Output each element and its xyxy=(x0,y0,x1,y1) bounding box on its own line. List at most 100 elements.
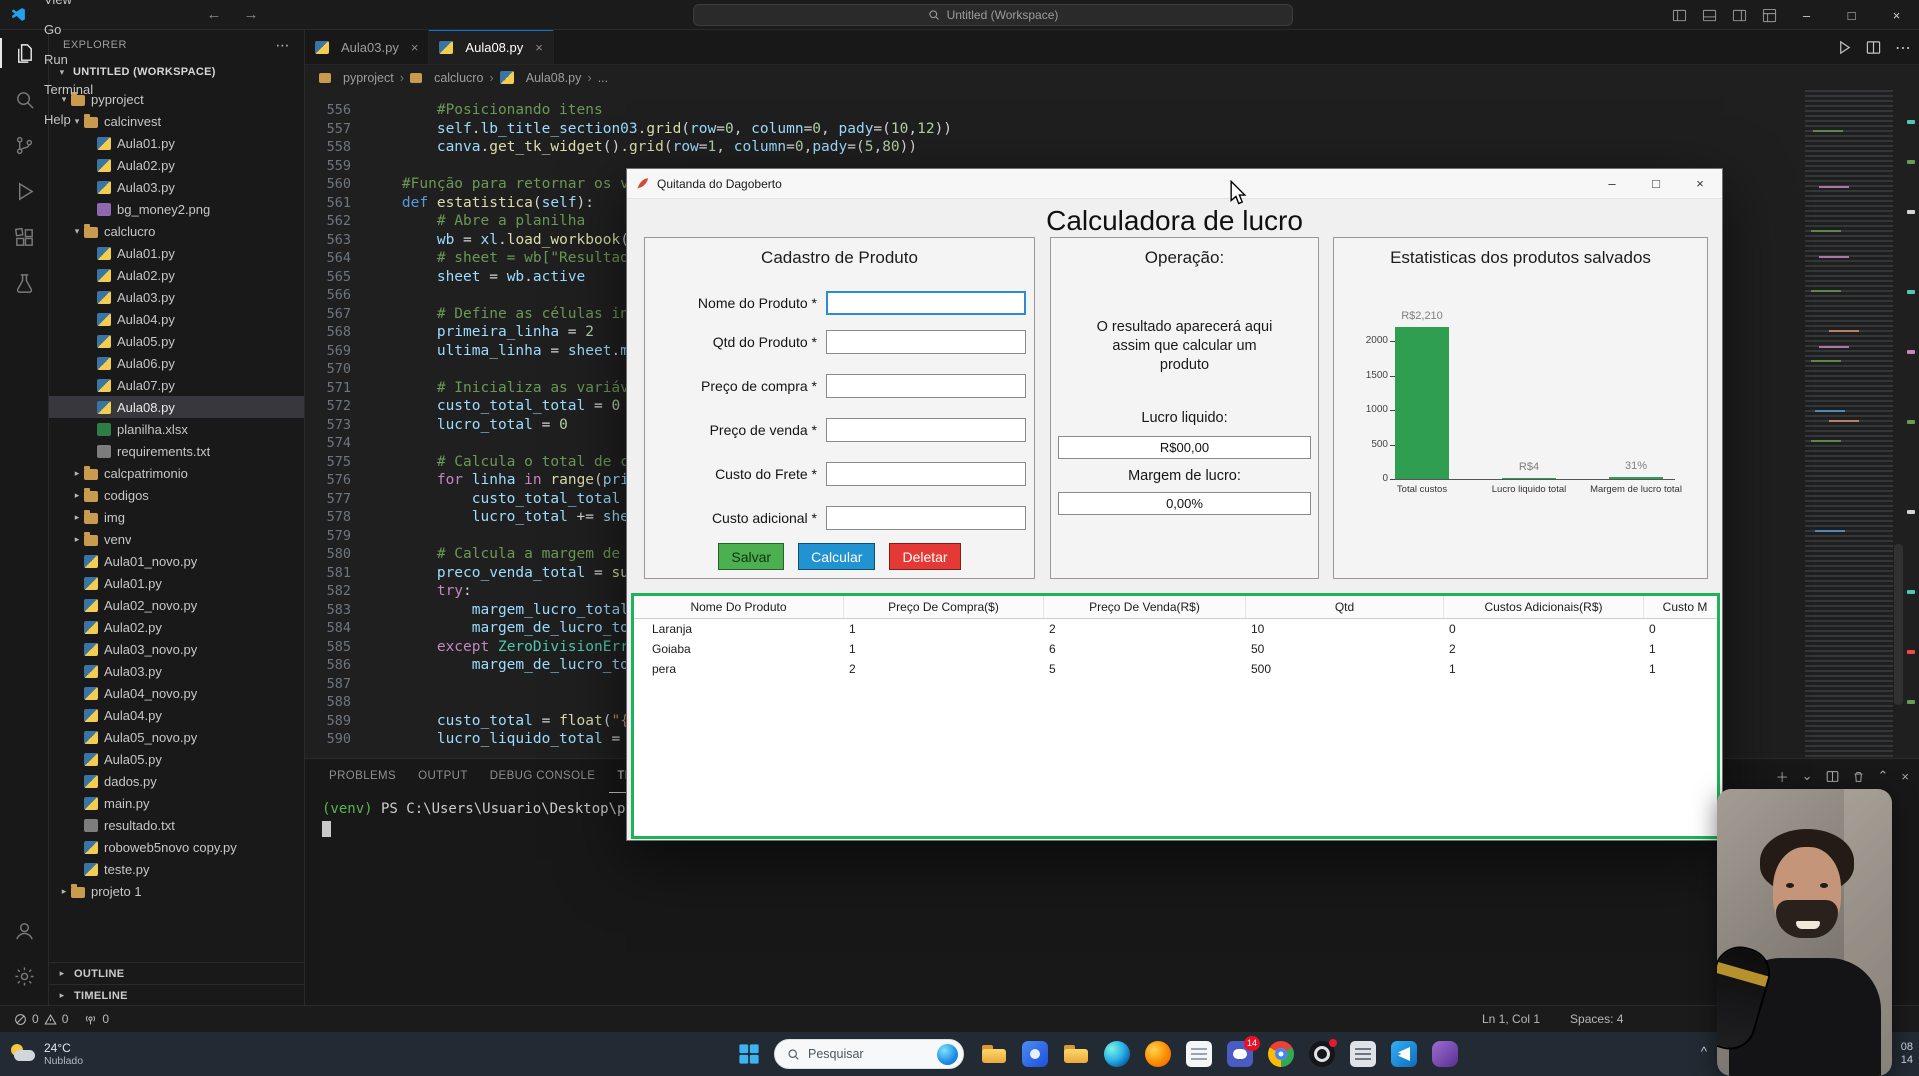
tree-item-resultado-txt[interactable]: resultado.txt xyxy=(49,814,304,836)
close-button[interactable]: × xyxy=(1874,0,1919,30)
tray-chevron-icon[interactable]: ^ xyxy=(1701,1044,1707,1059)
visual-studio-icon[interactable] xyxy=(1432,1041,1458,1067)
tree-item-aula01-novo-py[interactable]: Aula01_novo.py xyxy=(49,550,304,572)
explorer-more-actions-icon[interactable]: ⋯ xyxy=(276,37,291,54)
tree-item-calclucro[interactable]: ▾calclucro xyxy=(49,220,304,242)
app-minimize-button[interactable]: – xyxy=(1590,169,1634,199)
tree-item-aula04-py[interactable]: Aula04.py xyxy=(49,308,304,330)
tree-item-projeto-1[interactable]: ▸projeto 1 xyxy=(49,880,304,902)
taskbar-search[interactable]: Pesquisar xyxy=(774,1039,964,1069)
panel-tab-problems[interactable]: PROBLEMS xyxy=(321,759,404,793)
maximize-button[interactable]: □ xyxy=(1829,0,1874,30)
minimize-button[interactable]: – xyxy=(1784,0,1829,30)
tree-item-aula03-py[interactable]: Aula03.py xyxy=(49,660,304,682)
folder-icon[interactable] xyxy=(1063,1041,1089,1067)
system-tray-clock[interactable]: 08 14 xyxy=(1901,1032,1913,1076)
notepad-icon[interactable] xyxy=(1186,1041,1212,1067)
extensions-icon[interactable] xyxy=(0,214,48,260)
tree-item-aula04-novo-py[interactable]: Aula04_novo.py xyxy=(49,682,304,704)
media-app-icon[interactable] xyxy=(1022,1041,1048,1067)
tree-item-aula05-py[interactable]: Aula05.py xyxy=(49,748,304,770)
button-calcular[interactable]: Calcular xyxy=(798,543,875,570)
column-header-pre-o-de-compra[interactable]: Preço De Compra($) xyxy=(844,596,1044,618)
column-header-custo-m[interactable]: Custo M xyxy=(1644,596,1720,618)
tree-item-aula03-novo-py[interactable]: Aula03_novo.py xyxy=(49,638,304,660)
tree-item-aula02-py[interactable]: Aula02.py xyxy=(49,154,304,176)
panel-tab-debug-console[interactable]: DEBUG CONSOLE xyxy=(482,759,604,793)
timeline-section[interactable]: ▸ TIMELINE xyxy=(49,984,304,1005)
tree-item-aula02-py[interactable]: Aula02.py xyxy=(49,616,304,638)
ports-status[interactable]: 0 xyxy=(76,1006,117,1032)
toggle-secondary-sidebar-icon[interactable] xyxy=(1724,0,1754,30)
breadcrumb-item-pyproject[interactable]: pyproject xyxy=(343,71,394,85)
input-nome-do-produto[interactable] xyxy=(826,291,1026,315)
tree-item-venv[interactable]: ▸venv xyxy=(49,528,304,550)
tree-item-aula05-py[interactable]: Aula05.py xyxy=(49,330,304,352)
chrome-icon[interactable] xyxy=(1268,1041,1294,1067)
vscode-icon[interactable] xyxy=(1391,1041,1417,1067)
close-tab-icon[interactable]: × xyxy=(411,40,419,55)
split-editor-icon[interactable] xyxy=(1866,40,1881,55)
input-qtd-do-produto[interactable] xyxy=(826,330,1026,354)
breadcrumb-item-[interactable]: ... xyxy=(598,71,608,85)
new-terminal-icon[interactable]: ＋ xyxy=(1776,767,1789,786)
menu-terminal[interactable]: Terminal xyxy=(35,75,106,105)
menu-help[interactable]: Help xyxy=(35,105,106,135)
editor-scrollbar[interactable] xyxy=(1894,544,1903,704)
file-explorer-icon[interactable] xyxy=(981,1041,1007,1067)
toggle-sidebar-icon[interactable] xyxy=(1664,0,1694,30)
tree-item-aula07-py[interactable]: Aula07.py xyxy=(49,374,304,396)
back-arrow-icon[interactable]: ← xyxy=(206,6,221,23)
text-editor-icon[interactable] xyxy=(1350,1041,1376,1067)
tab-aula08-py[interactable]: Aula08.py× xyxy=(429,30,553,64)
tree-item-aula08-py[interactable]: Aula08.py xyxy=(49,396,304,418)
app-maximize-button[interactable]: □ xyxy=(1634,169,1678,199)
table-row-goiaba[interactable]: Goiaba165021 xyxy=(634,639,1717,659)
panel-tab-output[interactable]: OUTPUT xyxy=(410,759,476,793)
account-icon[interactable] xyxy=(0,907,48,953)
menu-run[interactable]: Run xyxy=(35,45,106,75)
button-deletar[interactable]: Deletar xyxy=(889,543,960,570)
tree-item-calcpatrimonio[interactable]: ▸calcpatrimonio xyxy=(49,462,304,484)
close-panel-icon[interactable]: × xyxy=(1901,769,1909,784)
tree-item-aula05-novo-py[interactable]: Aula05_novo.py xyxy=(49,726,304,748)
problems-status[interactable]: 0 0 xyxy=(6,1006,76,1032)
button-salvar[interactable]: Salvar xyxy=(718,543,784,570)
tree-item-aula01-py[interactable]: Aula01.py xyxy=(49,572,304,594)
start-button[interactable] xyxy=(735,1040,763,1068)
input-custo-adicional[interactable] xyxy=(826,506,1026,530)
outline-section[interactable]: ▸ OUTLINE xyxy=(49,962,304,984)
app-window-titlebar[interactable]: Quitanda do Dagoberto – □ × xyxy=(627,169,1722,199)
tree-item-requirements-txt[interactable]: requirements.txt xyxy=(49,440,304,462)
minimap[interactable] xyxy=(1805,90,1893,758)
close-tab-icon[interactable]: × xyxy=(535,40,543,55)
input-custo-do-frete[interactable] xyxy=(826,462,1026,486)
tree-item-aula02-novo-py[interactable]: Aula02_novo.py xyxy=(49,594,304,616)
table-row-pera[interactable]: pera2550011 xyxy=(634,659,1717,679)
obs-icon[interactable] xyxy=(1309,1041,1335,1067)
forward-arrow-icon[interactable]: → xyxy=(243,6,258,23)
run-debug-icon[interactable] xyxy=(0,168,48,214)
tree-item-aula06-py[interactable]: Aula06.py xyxy=(49,352,304,374)
tree-item-dados-py[interactable]: dados.py xyxy=(49,770,304,792)
breadcrumb-item-aula08-py[interactable]: Aula08.py xyxy=(526,71,582,85)
app-close-button[interactable]: × xyxy=(1678,169,1722,199)
weather-widget[interactable]: 24°C Nublado xyxy=(10,1032,83,1076)
indentation[interactable]: Spaces: 4 xyxy=(1570,1012,1623,1026)
tree-item-img[interactable]: ▸img xyxy=(49,506,304,528)
more-actions-icon[interactable]: ⋯ xyxy=(1895,38,1911,58)
tree-item-bg-money2-png[interactable]: bg_money2.png xyxy=(49,198,304,220)
toggle-panel-icon[interactable] xyxy=(1694,0,1724,30)
maximize-panel-icon[interactable]: ⌃ xyxy=(1878,768,1889,784)
settings-gear-icon[interactable] xyxy=(0,953,48,999)
tree-item-aula02-py[interactable]: Aula02.py xyxy=(49,264,304,286)
split-terminal-icon[interactable] xyxy=(1826,770,1839,783)
column-header-qtd[interactable]: Qtd xyxy=(1246,596,1444,618)
testing-icon[interactable] xyxy=(0,260,48,306)
tree-item-teste-py[interactable]: teste.py xyxy=(49,858,304,880)
cursor-position[interactable]: Ln 1, Col 1 xyxy=(1482,1012,1540,1026)
tree-item-aula04-py[interactable]: Aula04.py xyxy=(49,704,304,726)
tree-item-aula03-py[interactable]: Aula03.py xyxy=(49,286,304,308)
tree-item-codigos[interactable]: ▸codigos xyxy=(49,484,304,506)
tree-item-planilha-xlsx[interactable]: planilha.xlsx xyxy=(49,418,304,440)
